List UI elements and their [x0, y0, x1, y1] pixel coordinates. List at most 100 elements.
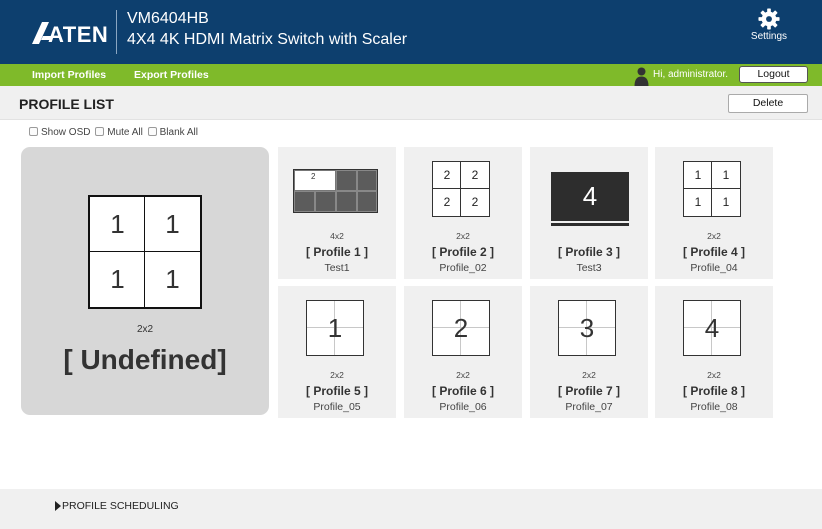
show-osd-checkbox[interactable]: [29, 127, 38, 136]
display-thumbnail: 4: [551, 172, 629, 221]
profile-layout: 2x2: [582, 370, 596, 380]
quad-cell: 1: [722, 168, 730, 182]
profile-card-8[interactable]: 4 2x2 [ Profile 8 ] Profile_08: [655, 286, 773, 418]
product-name: 4X4 4K HDMI Matrix Switch with Scaler: [127, 31, 408, 48]
profile-card-6[interactable]: 2 2x2 [ Profile 6 ] Profile_06: [404, 286, 522, 418]
preview-layout-grid: 1 1 1 1: [88, 195, 202, 309]
delete-button[interactable]: Delete: [728, 94, 808, 113]
wall-cell: [315, 191, 336, 212]
device-model: VM6404HB: [127, 10, 209, 27]
user-icon: [634, 67, 649, 86]
source-number: 1: [327, 313, 343, 343]
profile-layout: 2x2: [330, 370, 344, 380]
grid-divider: [460, 162, 461, 216]
profile-card-4[interactable]: 1 1 1 1 2x2 [ Profile 4 ] Profile_04: [655, 147, 773, 279]
wall-cell: [357, 191, 377, 212]
quad-thumbnail: 1 1 1 1: [683, 161, 741, 217]
profile-name: [ Profile 1 ]: [305, 245, 368, 259]
profile-description: Test1: [324, 262, 350, 274]
single-source-thumbnail: 1: [306, 300, 364, 356]
single-source-thumbnail: 2: [432, 300, 490, 356]
source-number: 4: [704, 313, 720, 343]
profile-layout: 2x2: [707, 370, 721, 380]
export-profiles-link[interactable]: Export Profiles: [134, 69, 209, 81]
single-source-thumbnail: 3: [558, 300, 616, 356]
preview-cell: 1: [165, 264, 180, 294]
wall-cell: [336, 170, 357, 191]
wall-cell-label: 2: [311, 172, 316, 181]
profile-name: [ Profile 5 ]: [305, 384, 368, 398]
user-greeting: Hi, administrator.: [653, 69, 729, 80]
profile-name: [ Profile 3 ]: [557, 245, 620, 259]
mute-all-label: Mute All: [107, 127, 143, 138]
mute-all-option[interactable]: Mute All: [95, 127, 143, 138]
import-profiles-link[interactable]: Import Profiles: [32, 69, 106, 81]
show-osd-option[interactable]: Show OSD: [29, 127, 90, 138]
grid-divider: [90, 251, 200, 252]
aten-logo: ATEN: [32, 22, 108, 46]
profile-description: Test3: [576, 262, 602, 274]
profile-card-7[interactable]: 3 2x2 [ Profile 7 ] Profile_07: [530, 286, 648, 418]
quad-thumbnail: 2 2 2 2: [432, 161, 490, 217]
profile-name: [ Profile 8 ]: [682, 384, 745, 398]
profile-scheduling-toggle[interactable]: PROFILE SCHEDULING: [62, 500, 179, 512]
quad-cell: 1: [722, 195, 730, 209]
app-header: ATEN VM6404HB 4X4 4K HDMI Matrix Switch …: [0, 0, 822, 64]
profile-name: [ Profile 7 ]: [557, 384, 620, 398]
page-title: PROFILE LIST: [19, 96, 114, 112]
quad-cell: 1: [694, 195, 702, 209]
wall-cell: [294, 191, 315, 212]
preview-cell: 1: [165, 209, 180, 239]
profile-description: Profile_05: [313, 401, 361, 413]
source-number: 3: [579, 313, 595, 343]
display-stand: [551, 223, 629, 226]
settings-label: Settings: [750, 31, 788, 42]
profile-scheduling-section: PROFILE SCHEDULING: [0, 489, 822, 529]
profile-layout: 2x2: [707, 231, 721, 241]
blank-all-checkbox[interactable]: [147, 127, 157, 136]
profile-description: Profile_06: [439, 401, 487, 413]
display-options: Show OSD Mute All Blank All: [29, 127, 200, 138]
profile-card-3[interactable]: 4 [ Profile 3 ] Test3: [530, 147, 648, 279]
grid-divider: [711, 162, 712, 216]
profile-layout: 4x2: [330, 231, 344, 241]
profile-description: Profile_07: [565, 401, 613, 413]
wall-cell: [336, 191, 357, 212]
profile-card-5[interactable]: 1 2x2 [ Profile 5 ] Profile_05: [278, 286, 396, 418]
profile-description: Profile_04: [690, 262, 738, 274]
single-source-thumbnail: 4: [683, 300, 741, 356]
profile-name: [ Profile 2 ]: [431, 245, 494, 259]
wall-cell: [357, 170, 377, 191]
profile-name: [ Profile 6 ]: [431, 384, 494, 398]
quad-cell: 2: [443, 168, 451, 182]
profile-description: Profile_02: [439, 262, 487, 274]
profile-name: [ Profile 4 ]: [682, 245, 745, 259]
current-profile-preview: 1 1 1 1 2x2 [ Undefined]: [21, 147, 269, 415]
video-wall-thumbnail: 2: [293, 169, 378, 213]
settings-button[interactable]: Settings: [744, 8, 794, 48]
profile-card-1[interactable]: 2 4x2 [ Profile 1 ] Test1: [278, 147, 396, 279]
profile-card-2[interactable]: 2 2 2 2 2x2 [ Profile 2 ] Profile_02: [404, 147, 522, 279]
expand-arrow-icon[interactable]: [55, 501, 61, 511]
show-osd-label: Show OSD: [41, 127, 91, 138]
quad-cell: 2: [443, 195, 451, 209]
blank-all-label: Blank All: [159, 127, 198, 138]
quad-cell: 2: [471, 195, 479, 209]
mute-all-checkbox[interactable]: [95, 127, 105, 136]
brand-text: ATEN: [48, 22, 108, 46]
preview-cell: 1: [110, 264, 125, 294]
logout-button[interactable]: Logout: [739, 66, 808, 83]
source-number: 2: [453, 313, 469, 343]
grid-divider: [433, 188, 489, 189]
profile-layout: 2x2: [456, 370, 470, 380]
display-number: 4: [582, 181, 598, 211]
header-divider: [116, 10, 117, 54]
grid-divider: [144, 197, 145, 307]
preview-profile-name: [ Undefined]: [63, 344, 227, 375]
profile-list-bar: PROFILE LIST Delete: [0, 86, 822, 120]
profile-description: Profile_08: [690, 401, 738, 413]
blank-all-option[interactable]: Blank All: [147, 127, 198, 138]
quad-cell: 2: [471, 168, 479, 182]
profile-layout: 2x2: [456, 231, 470, 241]
preview-cell: 1: [110, 209, 125, 239]
